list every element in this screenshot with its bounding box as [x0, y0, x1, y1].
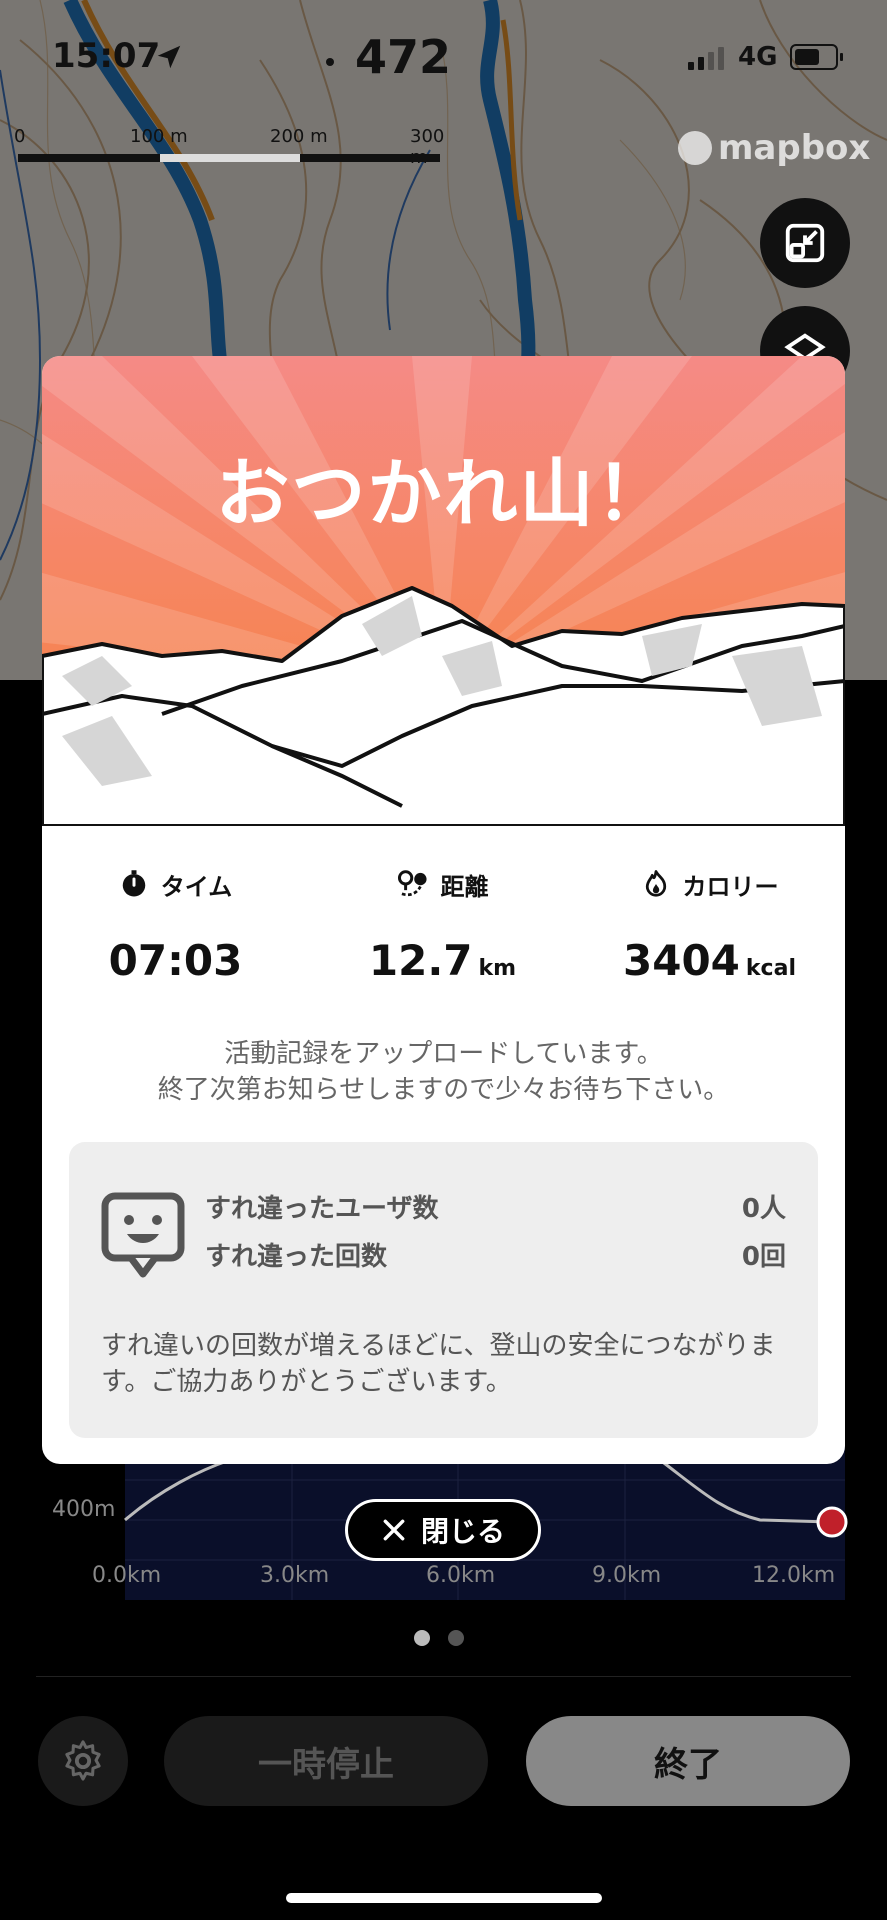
stat-label: 距離	[440, 872, 489, 901]
battery-icon	[790, 44, 843, 70]
close-button[interactable]: 閉じる	[345, 1499, 541, 1561]
route-pin-icon	[397, 870, 427, 897]
status-time: 15:07	[52, 36, 161, 76]
page-indicator[interactable]	[414, 1630, 464, 1646]
mapbox-logo-icon	[678, 131, 712, 165]
timer-icon	[122, 870, 145, 897]
scale-label: 100 m	[130, 126, 188, 147]
elevation-x-label: 3.0km	[260, 1563, 330, 1588]
stat-unit: km	[478, 956, 517, 981]
stat-value: 3404	[623, 936, 740, 985]
stat-label: カロリー	[682, 872, 779, 901]
upload-message-line: 活動記録をアップロードしています。	[224, 1039, 663, 1069]
status-bar: 15:07 472 4G	[0, 0, 887, 110]
passed-count-value: 0回	[741, 1242, 786, 1272]
upload-message-line: 終了次第お知らせしますので少々お待ち下さい。	[157, 1075, 730, 1105]
stat-calories: カロリー 3404 kcal	[576, 866, 843, 985]
passing-info-box: すれ違ったユーザ数 0人 すれ違った回数 0回 すれ違いの回数が増えるほどに、登…	[69, 1142, 818, 1438]
page-dot[interactable]	[448, 1630, 464, 1646]
scale-label: 200 m	[270, 126, 328, 147]
altitude-dot	[326, 58, 334, 66]
mapbox-attribution[interactable]: mapbox	[678, 128, 870, 168]
divider	[36, 1676, 851, 1677]
flame-icon	[645, 870, 666, 897]
map-scale-bar: 0 100 m 200 m 300 m	[14, 126, 448, 168]
elevation-x-label: 6.0km	[426, 1563, 496, 1588]
passing-face-icon	[101, 1192, 185, 1278]
congrats-modal: おつかれ山！ タイム 07:03 距離 12.7 km カロリー 3404 kc…	[42, 356, 845, 1464]
close-label: 閉じる	[420, 1515, 505, 1548]
elevation-x-label: 12.0km	[752, 1563, 836, 1588]
modal-title: おつかれ山！	[215, 451, 672, 537]
passed-users-value: 0人	[741, 1194, 786, 1224]
stat-unit: kcal	[745, 956, 796, 981]
gear-icon	[65, 1740, 101, 1781]
elevation-y-label: 400m	[52, 1497, 116, 1522]
scale-label: 0	[14, 126, 26, 147]
stat-time: タイム 07:03	[42, 866, 309, 985]
stat-value: 07:03	[108, 936, 243, 985]
settings-button[interactable]	[38, 1716, 128, 1806]
fit-bounds-icon	[785, 223, 825, 263]
pause-button[interactable]: 一時停止	[164, 1716, 488, 1806]
cellular-signal-icon	[688, 46, 728, 70]
stat-value: 12.7	[368, 936, 473, 985]
network-type: 4G	[738, 42, 778, 72]
home-indicator	[286, 1893, 602, 1903]
current-position-marker	[816, 1506, 848, 1538]
elevation-x-label: 9.0km	[592, 1563, 662, 1588]
upload-message: 活動記録をアップロードしています。 終了次第お知らせしますので少々お待ち下さい。	[42, 1036, 845, 1108]
stat-distance: 距離 12.7 km	[309, 866, 576, 985]
page-dot-active[interactable]	[414, 1630, 430, 1646]
altitude-readout: 472	[355, 30, 452, 84]
activity-stats: タイム 07:03 距離 12.7 km カロリー 3404 kcal	[42, 866, 845, 996]
elevation-x-label: 0.0km	[92, 1563, 162, 1588]
passed-count-label: すれ違った回数	[205, 1242, 388, 1272]
passed-users-label: すれ違ったユーザ数	[205, 1194, 439, 1224]
mountain-hero-illustration	[42, 356, 845, 826]
stat-label: タイム	[160, 872, 233, 901]
close-icon	[383, 1519, 405, 1541]
fit-bounds-button[interactable]	[760, 198, 850, 288]
end-button[interactable]: 終了	[526, 1716, 850, 1806]
passing-note: すれ違いの回数が増えるほどに、登山の安全につながります。ご協力ありがとうございま…	[101, 1331, 776, 1397]
location-arrow-icon	[157, 45, 181, 69]
